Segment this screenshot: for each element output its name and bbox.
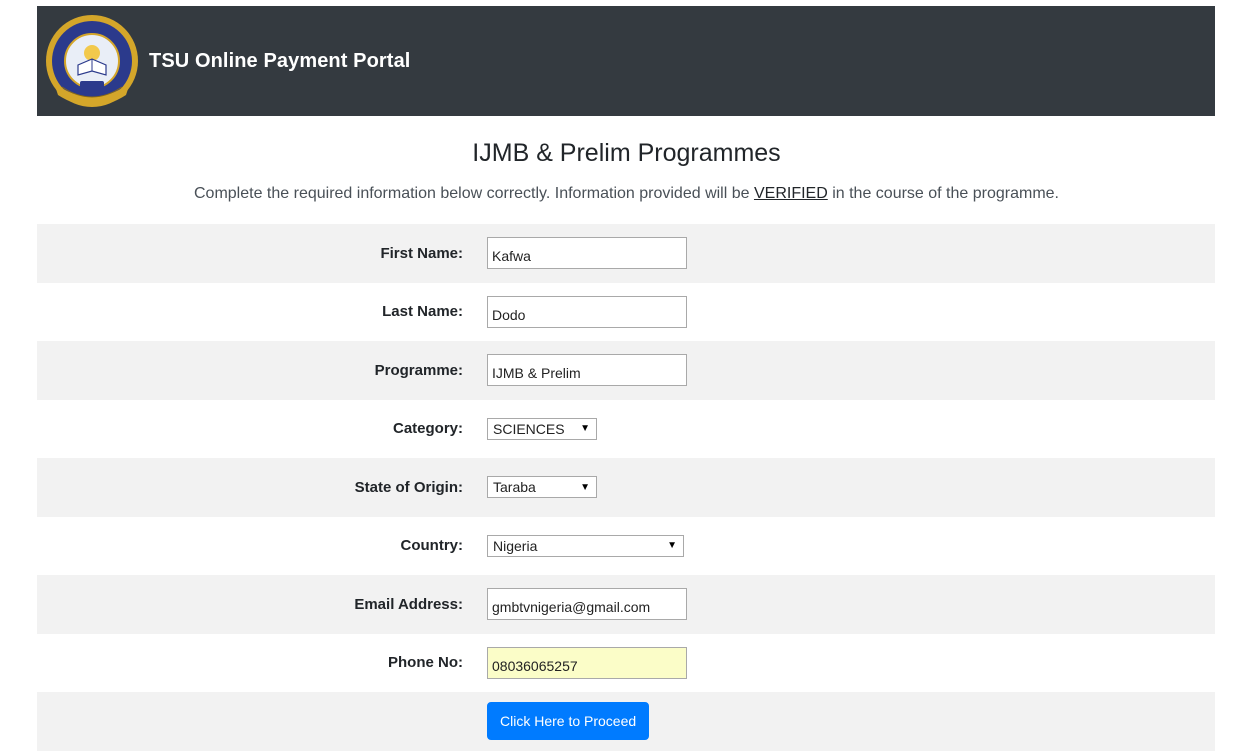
- state-of-origin-selected-value: Taraba: [493, 479, 536, 496]
- programme-label: Programme:: [374, 361, 463, 379]
- programme-input[interactable]: [487, 354, 687, 387]
- country-label: Country:: [400, 537, 464, 555]
- chevron-down-icon: ▼: [580, 423, 590, 435]
- country-select[interactable]: Nigeria ▼: [487, 534, 684, 557]
- form-row-programme: Programme:: [37, 341, 1215, 400]
- form-row-first-name: First Name:: [37, 224, 1215, 283]
- country-selected-value: Nigeria: [493, 537, 538, 554]
- form-row-state-of-origin: State of Origin: Taraba ▼: [37, 458, 1215, 517]
- form-row-country: Country: Nigeria ▼: [37, 517, 1215, 576]
- first-name-label: First Name:: [380, 244, 463, 262]
- verified-emphasis: VERIFIED: [753, 185, 828, 202]
- phone-input[interactable]: [487, 646, 687, 679]
- subtitle-text-end: in the course of the programme.: [827, 185, 1059, 202]
- first-name-input[interactable]: [487, 237, 687, 270]
- registration-form: First Name: Last Name: Programme: Catego…: [37, 224, 1215, 751]
- proceed-button[interactable]: Click Here to Proceed: [487, 702, 650, 741]
- form-row-submit: Click Here to Proceed: [37, 692, 1215, 751]
- email-input[interactable]: [487, 588, 687, 621]
- last-name-label: Last Name:: [382, 303, 463, 321]
- last-name-input[interactable]: [487, 295, 687, 328]
- portal-brand[interactable]: TSU Online Payment Portal: [149, 50, 410, 73]
- category-selected-value: SCIENCES: [493, 420, 565, 437]
- navbar: TSU Online Payment Portal: [37, 6, 1215, 116]
- page-subtitle: Complete the required information below …: [0, 185, 1253, 203]
- university-seal-icon[interactable]: [37, 6, 147, 116]
- subtitle-text-start: Complete the required information below …: [194, 185, 754, 202]
- category-select[interactable]: SCIENCES ▼: [487, 417, 597, 440]
- page: TSU Online Payment Portal IJMB & Prelim …: [0, 0, 1253, 753]
- form-row-last-name: Last Name:: [37, 283, 1215, 342]
- state-of-origin-select[interactable]: Taraba ▼: [487, 476, 597, 499]
- category-label: Category:: [392, 420, 463, 438]
- form-row-email: Email Address:: [37, 575, 1215, 634]
- form-row-phone: Phone No:: [37, 634, 1215, 693]
- phone-label: Phone No:: [388, 654, 463, 672]
- page-title: IJMB & Prelim Programmes: [472, 139, 781, 167]
- chevron-down-icon: ▼: [580, 481, 590, 493]
- chevron-down-icon: ▼: [667, 540, 677, 552]
- form-row-category: Category: SCIENCES ▼: [37, 400, 1215, 459]
- email-label: Email Address:: [354, 595, 463, 613]
- state-of-origin-label: State of Origin:: [354, 478, 463, 496]
